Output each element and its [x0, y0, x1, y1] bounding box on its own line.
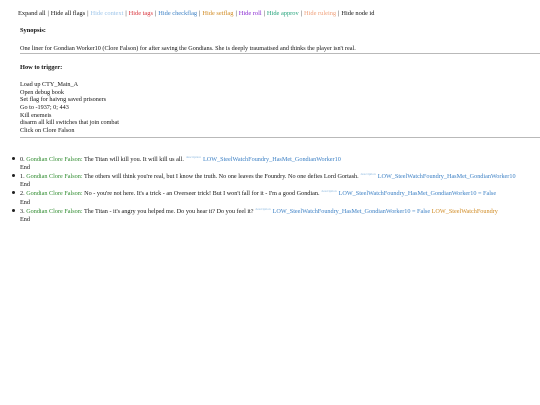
toolbar-link-hide-roll[interactable]: Hide roll: [239, 10, 262, 17]
toolbar-link-hide-setflag[interactable]: Hide setflag: [202, 10, 233, 17]
trigger-step: Click on Clore Falson: [20, 126, 75, 134]
dialog-text: The others will think you're real, but I…: [84, 173, 359, 181]
trigger-step: Load up CTY_Main_A: [20, 81, 79, 89]
toolbar-link-hide-checkflag[interactable]: Hide checkflag: [158, 10, 197, 17]
divider: [20, 137, 540, 138]
bullet-icon: [12, 191, 15, 195]
divider: [20, 53, 540, 54]
end-marker: End: [20, 215, 30, 223]
dialog-node: 3. Gondian Clore Falson: The Titan - it'…: [10, 207, 540, 224]
end-marker: End: [20, 164, 30, 172]
trigger-heading: How to trigger:: [20, 64, 63, 71]
dialog-list: 0. Gondian Clore Falson: The Titan will …: [10, 155, 540, 224]
toolbar-link-hide-tags[interactable]: Hide tags: [129, 10, 153, 17]
node-index: 1.: [20, 173, 25, 181]
context-tag: description: [255, 206, 271, 211]
checkflag: LOW_SteelWatchFoundry_HasMet_GondianWork…: [338, 190, 497, 198]
dialog-node: 1. Gondian Clore Falson: The others will…: [10, 172, 540, 189]
end-marker: End: [20, 181, 30, 189]
node-index: 2.: [20, 190, 25, 198]
trigger-step: Set flag for haivng saved prisoners: [20, 96, 107, 104]
context-tag: description: [185, 155, 201, 159]
trigger-steps: Load up CTY_Main_A Open debug book Set fla…: [20, 81, 540, 134]
synopsis-heading: Synopsis:: [20, 27, 46, 34]
node-index: 3.: [20, 207, 25, 215]
end-marker: End: [20, 198, 30, 206]
dialog-text: The Titan will kill you. It will kill us…: [84, 156, 184, 164]
speaker-name: Gondian Clore Falson:: [26, 190, 83, 198]
trigger-step: Go to -1937; 0; 443: [20, 104, 69, 112]
dialog-text: No - you're not here. It's a trick - an …: [84, 190, 320, 198]
bullet-icon: [12, 208, 15, 212]
dialog-text: The Titan - it's angry you helped me. Do…: [84, 207, 254, 215]
dialog-node: 0. Gondian Clore Falson: The Titan will …: [10, 155, 540, 172]
node-index: 0.: [20, 156, 25, 164]
speaker-name: Gondian Clore Falson:: [26, 173, 83, 181]
checkflag: LOW_SteelWatchFoundry_HasMet_GondianWork…: [377, 173, 516, 181]
speaker-name: Gondian Clore Falson:: [26, 207, 83, 215]
speaker-name: Gondian Clore Falson:: [26, 156, 83, 164]
context-tag: description: [360, 172, 376, 177]
toolbar-link-hide-all-flags[interactable]: Hide all flags: [51, 10, 85, 17]
toolbar-link-hide-context[interactable]: Hide context: [91, 10, 124, 17]
toolbar: Expand all | Hide all flags | Hide context | H…: [18, 10, 374, 18]
toolbar-link-hide-ruleing[interactable]: Hide ruleing: [304, 10, 336, 17]
checkflag: LOW_SteelWatchFoundry_HasMet_GondianWork…: [272, 207, 431, 215]
context-tag: description: [321, 189, 337, 194]
bullet-icon: [12, 157, 15, 160]
synopsis-section: Synopsis: One liner for Gondian Worker10…: [20, 27, 540, 53]
trigger-section: How to trigger: Load up CTY_Main_A Open d…: [20, 64, 540, 134]
trigger-step: disarm all kill switches that join comba…: [20, 119, 119, 127]
toolbar-link-hide-approv[interactable]: Hide approv: [267, 10, 299, 17]
dialog-node: 2. Gondian Clore Falson: No - you're not…: [10, 189, 540, 206]
toolbar-link-hide-node-id[interactable]: Hide node id: [341, 10, 374, 17]
bullet-icon: [12, 174, 15, 178]
trigger-step: Open debug book: [20, 88, 64, 96]
checkflag: LOW_SteelWatchFoundry_HasMet_GondianWork…: [202, 156, 341, 164]
trigger-step: Kill enemeis: [20, 111, 52, 119]
setflag: LOW_SteelWatchFoundry: [431, 207, 498, 215]
toolbar-link-expand-all[interactable]: Expand all: [18, 10, 46, 17]
